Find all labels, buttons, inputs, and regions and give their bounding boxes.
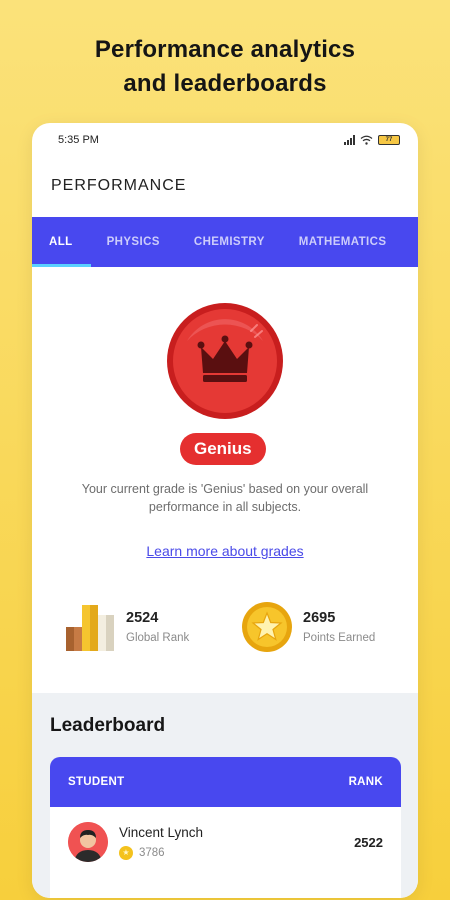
tab-mathematics[interactable]: MATHEMATICS: [299, 217, 387, 267]
grade-name: Genius: [194, 439, 252, 458]
avatar: [68, 822, 108, 862]
learn-more-link[interactable]: Learn more about grades: [32, 543, 418, 559]
battery-level: 77: [385, 137, 393, 143]
points-label: Points Earned: [303, 632, 376, 644]
global-rank-label: Global Rank: [126, 632, 190, 644]
promo-line-2: and leaderboards: [123, 70, 327, 97]
table-row[interactable]: Vincent Lynch ★ 3786 2522: [50, 807, 401, 877]
page-title: PERFORMANCE: [51, 177, 187, 194]
leaderboard-title: Leaderboard: [50, 715, 166, 736]
column-rank: RANK: [348, 776, 383, 788]
phone-screen: 5:35 PM 77 PERFORMANCE ALL PHYSICS CHEMI…: [32, 123, 418, 898]
student-name: Vincent Lynch: [119, 824, 204, 840]
student-points-value: 3786: [139, 846, 165, 859]
column-student: STUDENT: [68, 776, 125, 788]
grade-badge: [165, 301, 285, 421]
subject-tabs: ALL PHYSICS CHEMISTRY MATHEMATICS: [32, 217, 418, 267]
points-stat: 2695 Points Earned: [241, 601, 375, 653]
coin-icon: ★: [119, 845, 133, 860]
tab-physics[interactable]: PHYSICS: [107, 217, 160, 267]
promo-headline: Performance analytics and leaderboards: [0, 33, 450, 101]
leaderboard-section: Leaderboard STUDENT RANK Vincent Lynch ★…: [32, 693, 418, 898]
crown-icon: [167, 303, 283, 419]
student-points: ★ 3786: [119, 845, 354, 860]
grade-description: Your current grade is 'Genius' based on …: [81, 482, 369, 514]
status-time: 5:35 PM: [58, 134, 99, 146]
battery-icon: 77: [378, 135, 400, 145]
status-bar: 5:35 PM 77: [32, 123, 418, 157]
leaderboard-header: STUDENT RANK: [50, 757, 401, 807]
promo-line-1: Performance analytics: [94, 36, 356, 63]
global-rank-stat: 2524 Global Rank: [64, 601, 189, 653]
star-coin-icon: [242, 602, 292, 652]
global-rank-value: 2524: [126, 610, 159, 626]
podium-icon: [66, 605, 114, 651]
student-rank: 2522: [354, 834, 383, 850]
tab-chemistry[interactable]: CHEMISTRY: [194, 217, 265, 267]
signal-icon: [344, 135, 355, 145]
tab-all[interactable]: ALL: [32, 217, 90, 267]
leaderboard-table: STUDENT RANK Vincent Lynch ★ 3786 2522: [50, 757, 401, 898]
points-value: 2695: [303, 610, 336, 626]
wifi-icon: [360, 135, 373, 145]
status-icons: 77: [344, 135, 400, 145]
grade-label: Genius: [180, 433, 266, 465]
